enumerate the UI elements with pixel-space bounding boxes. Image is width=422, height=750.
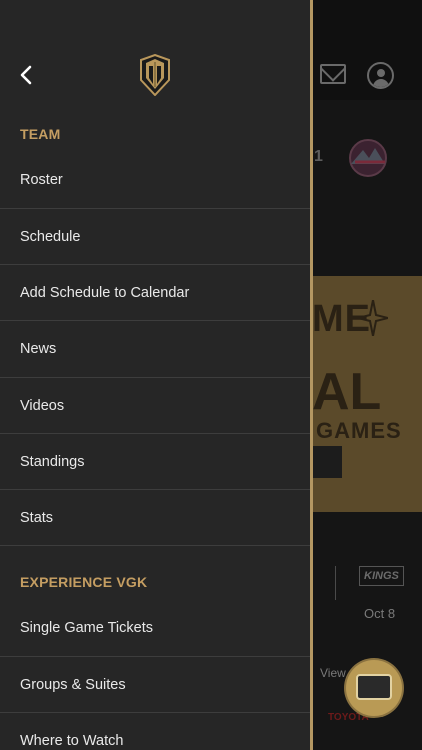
menu-item-label: Single Game Tickets [20, 620, 153, 636]
menu-item-label: Where to Watch [20, 733, 124, 749]
menu-item-label: Stats [20, 510, 54, 526]
menu-item-label: Standings [20, 454, 85, 470]
menu-item-label: Add Schedule to Calendar [20, 285, 190, 301]
menu-item-label: Schedule [20, 229, 81, 245]
menu-item-news[interactable]: News [0, 321, 310, 377]
menu-item-videos[interactable]: Videos [0, 378, 310, 434]
game-date: Oct 8 [364, 606, 396, 621]
banner-text-3: GAMES [316, 418, 402, 443]
kings-logo-icon: KINGS [359, 566, 404, 586]
menu-item-standings[interactable]: Standings [0, 434, 310, 490]
game-divider [335, 566, 336, 600]
menu-item-schedule[interactable]: Schedule [0, 209, 310, 265]
back-button[interactable] [12, 60, 40, 90]
ticket-icon [356, 674, 392, 700]
menu-item-roster[interactable]: Roster [0, 152, 310, 208]
section-title-experience-vgk: EXPERIENCE VGK [20, 574, 148, 590]
tickets-fab-button[interactable] [346, 660, 402, 716]
menu-item-label: Videos [20, 398, 65, 414]
menu-item-where-to-watch[interactable]: Where to Watch [0, 713, 310, 750]
menu-item-groups-suites[interactable]: Groups & Suites [0, 657, 310, 713]
mail-icon[interactable] [320, 64, 346, 84]
drawer-header [0, 0, 310, 110]
star-icon [358, 300, 388, 336]
banner-button[interactable] [310, 446, 342, 478]
drawer-edge [310, 0, 313, 750]
menu-divider [0, 545, 310, 546]
chevron-left-icon [20, 65, 32, 85]
menu-item-add-schedule-to-calendar[interactable]: Add Schedule to Calendar [0, 265, 310, 321]
golden-knights-logo [140, 54, 170, 96]
menu-item-label: Groups & Suites [20, 677, 126, 693]
section-title-team: TEAM [20, 126, 61, 142]
navigation-drawer: TEAM Roster Schedule Add Schedule to Cal… [0, 0, 310, 750]
user-icon[interactable] [367, 62, 394, 89]
banner-text-2: AL [312, 363, 382, 421]
view-link[interactable]: View [320, 666, 346, 680]
avalanche-logo-icon [349, 139, 387, 177]
menu-item-stats[interactable]: Stats [0, 490, 310, 546]
menu-item-single-game-tickets[interactable]: Single Game Tickets [0, 600, 310, 656]
score-digit: 1 [314, 148, 323, 165]
menu-item-label: News [20, 341, 57, 357]
menu-item-label: Roster [20, 172, 63, 188]
